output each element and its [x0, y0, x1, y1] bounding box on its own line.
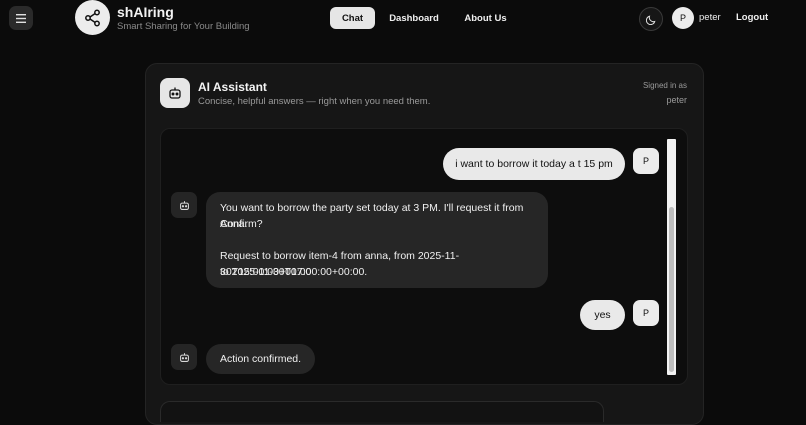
message-line: Confirm?	[220, 218, 263, 230]
assistant-title: AI Assistant	[198, 80, 267, 94]
user-avatar: P	[633, 300, 659, 326]
menu-icon	[16, 13, 26, 23]
tab-dashboard[interactable]: Dashboard	[384, 7, 444, 29]
robot-icon	[169, 87, 181, 99]
signed-in-user: peter	[666, 95, 687, 105]
assistant-subtitle: Concise, helpful answers — right when yo…	[198, 96, 431, 107]
tab-chat[interactable]: Chat	[330, 7, 375, 29]
assistant-message: Action confirmed.	[206, 344, 315, 374]
logout-button[interactable]: Logout	[736, 12, 768, 23]
robot-icon	[179, 200, 189, 210]
avatar[interactable]: P	[672, 7, 694, 29]
assistant-message: You want to borrow the party set today a…	[206, 192, 548, 288]
assistant-avatar	[171, 344, 197, 370]
user-message: yes	[580, 300, 625, 330]
brand-logo[interactable]	[75, 0, 110, 35]
message-line: You want to borrow the party set today a…	[220, 202, 524, 230]
moon-icon	[645, 15, 655, 25]
tab-about-us[interactable]: About Us	[458, 7, 513, 29]
brand-tagline: Smart Sharing for Your Building	[117, 21, 250, 32]
robot-icon	[179, 352, 189, 362]
message-line: to 2025-11-30T17:00:00+00:00.	[220, 266, 368, 278]
user-avatar: P	[633, 148, 659, 174]
share-icon	[84, 9, 100, 26]
menu-button[interactable]	[9, 6, 33, 30]
brand-name: shAIring	[117, 4, 174, 20]
user-name: peter	[699, 12, 721, 23]
user-message: i want to borrow it today a t 15 pm	[443, 148, 625, 180]
message-input[interactable]	[160, 401, 604, 422]
theme-toggle-button[interactable]	[639, 7, 663, 31]
signed-in-label: Signed in as	[642, 81, 687, 90]
assistant-avatar	[171, 192, 197, 218]
assistant-logo	[160, 78, 190, 108]
scrollbar-thumb[interactable]	[669, 207, 674, 372]
